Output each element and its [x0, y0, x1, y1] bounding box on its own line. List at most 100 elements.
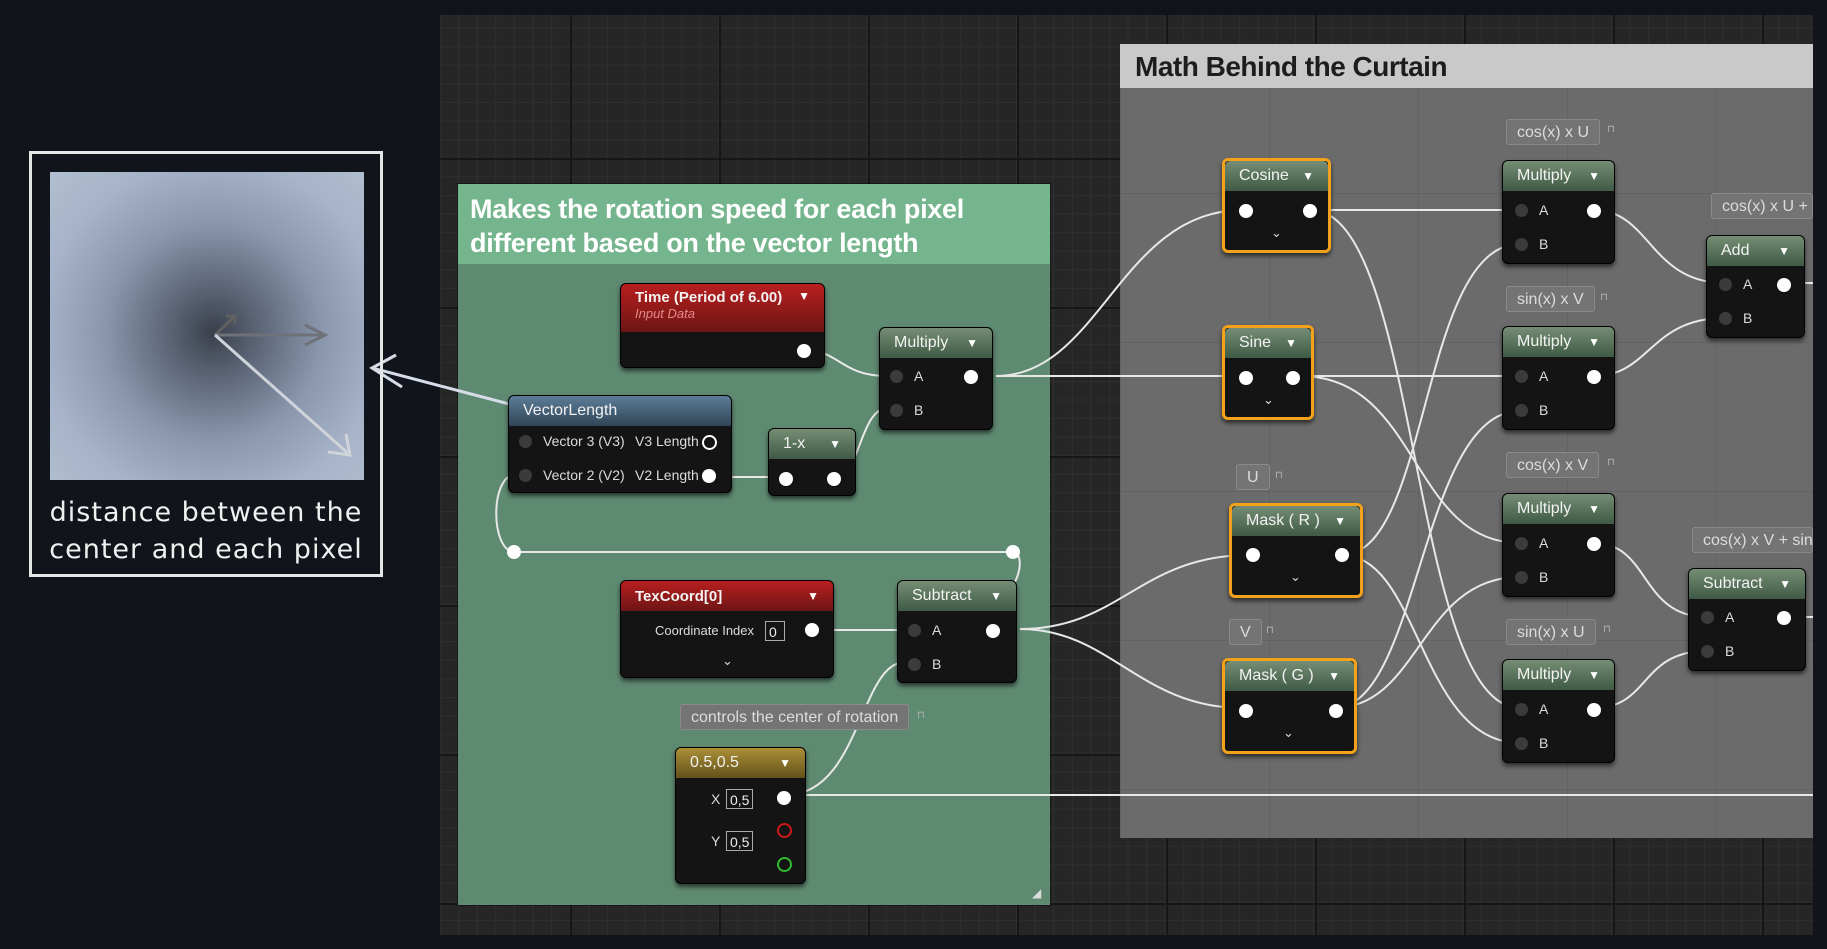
node-header[interactable]: TexCoord[0] ▼	[621, 581, 833, 611]
one-minus-x-node[interactable]: 1-x ▼	[768, 428, 856, 496]
collapse-chevron-icon[interactable]: ▼	[807, 589, 819, 603]
collapse-chevron-icon[interactable]: ▼	[1588, 668, 1600, 682]
output-pin[interactable]	[964, 370, 978, 384]
collapse-chevron-icon[interactable]: ▼	[829, 437, 841, 451]
input-pin-b[interactable]	[1515, 737, 1528, 750]
input-pin-b[interactable]	[1719, 312, 1732, 325]
output-pin[interactable]	[1587, 703, 1601, 717]
pin-bubble-icon[interactable]: ⊓	[917, 710, 925, 724]
collapse-chevron-icon[interactable]: ▼	[1779, 577, 1791, 591]
node-header[interactable]: 0.5,0.5 ▼	[676, 748, 805, 778]
output-pin[interactable]	[1587, 370, 1601, 384]
node-header[interactable]: Multiply ▼	[880, 328, 992, 358]
output-pin[interactable]	[1777, 611, 1791, 625]
time-node[interactable]: Time (Period of 6.00) Input Data ▼	[620, 283, 825, 368]
constant-vector-node[interactable]: 0.5,0.5 ▼ X 0,5 Y 0,5	[675, 747, 806, 884]
input-pin-b[interactable]	[1515, 404, 1528, 417]
pin-bubble-icon[interactable]: ⊓	[1607, 457, 1615, 471]
expand-chevron-icon[interactable]: ⌄	[1283, 725, 1294, 741]
cosine-node[interactable]: Cosine ▼ ⌄	[1222, 158, 1331, 253]
node-header[interactable]: Multiply ▼	[1503, 494, 1614, 524]
output-pin-v2[interactable]	[702, 469, 716, 483]
collapse-chevron-icon[interactable]: ▼	[779, 756, 791, 770]
comment-bubble-center-note[interactable]: controls the center of rotation	[680, 704, 910, 730]
comment-bubble-sin-v[interactable]: sin(x) x V	[1506, 286, 1595, 312]
comment-bubble-sub-note[interactable]: cos(x) x V + sin	[1692, 527, 1813, 553]
multiply-node-1[interactable]: Multiply ▼ A B	[1502, 160, 1615, 264]
comment-bubble-v[interactable]: V	[1229, 619, 1262, 645]
output-pin[interactable]	[1777, 278, 1791, 292]
collapse-chevron-icon[interactable]: ▼	[1334, 514, 1346, 528]
input-pin-b[interactable]	[890, 404, 903, 417]
input-pin[interactable]	[1246, 548, 1260, 562]
expand-chevron-icon[interactable]: ⌄	[722, 653, 733, 669]
input-pin-a[interactable]	[1515, 537, 1528, 550]
node-header[interactable]: Mask ( R ) ▼	[1232, 506, 1360, 536]
input-pin-a[interactable]	[1701, 611, 1714, 624]
input-pin-b[interactable]	[908, 658, 921, 671]
mask-g-node[interactable]: Mask ( G ) ▼ ⌄	[1222, 658, 1357, 754]
node-header[interactable]: Mask ( G ) ▼	[1225, 661, 1354, 691]
collapse-chevron-icon[interactable]: ▼	[798, 289, 810, 303]
subtract-node-left[interactable]: Subtract ▼ A B	[897, 580, 1017, 683]
pin-bubble-icon[interactable]: ⊓	[1266, 625, 1274, 639]
collapse-chevron-icon[interactable]: ▼	[1588, 335, 1600, 349]
multiply-node-4[interactable]: Multiply ▼ A B	[1502, 659, 1615, 763]
input-pin[interactable]	[1239, 704, 1253, 718]
add-node[interactable]: Add ▼ A B	[1706, 235, 1805, 338]
collapse-chevron-icon[interactable]: ▼	[1302, 169, 1314, 183]
pin-bubble-icon[interactable]: ⊓	[1600, 292, 1608, 306]
input-pin-a[interactable]	[1515, 204, 1528, 217]
multiply-node-3[interactable]: Multiply ▼ A B	[1502, 493, 1615, 597]
input-pin-a[interactable]	[908, 624, 921, 637]
output-pin[interactable]	[1587, 204, 1601, 218]
collapse-chevron-icon[interactable]: ▼	[1588, 502, 1600, 516]
input-pin-b[interactable]	[1701, 645, 1714, 658]
pin-bubble-icon[interactable]: ⊓	[1607, 124, 1615, 138]
output-pin[interactable]	[797, 344, 811, 358]
input-pin-a[interactable]	[1515, 370, 1528, 383]
comment-bubble-sin-u[interactable]: sin(x) x U	[1506, 619, 1596, 645]
node-header[interactable]: Multiply ▼	[1503, 660, 1614, 690]
input-pin-v3[interactable]	[519, 435, 532, 448]
input-pin-b[interactable]	[1515, 571, 1528, 584]
input-pin-b[interactable]	[1515, 238, 1528, 251]
output-pin[interactable]	[1303, 204, 1317, 218]
output-pin[interactable]	[986, 624, 1000, 638]
collapse-chevron-icon[interactable]: ▼	[1588, 169, 1600, 183]
comment-bubble-u[interactable]: U	[1236, 464, 1270, 490]
y-value-input[interactable]: 0,5	[726, 831, 754, 851]
input-pin[interactable]	[779, 472, 793, 486]
expand-chevron-icon[interactable]: ⌄	[1290, 569, 1301, 585]
expand-chevron-icon[interactable]: ⌄	[1271, 225, 1282, 241]
node-header[interactable]: Sine ▼	[1225, 328, 1311, 358]
collapse-chevron-icon[interactable]: ▼	[990, 589, 1002, 603]
multiply-node-left[interactable]: Multiply ▼ A B	[879, 327, 993, 430]
node-header[interactable]: VectorLength	[509, 396, 731, 426]
node-header[interactable]: 1-x ▼	[769, 429, 855, 459]
node-header[interactable]: Multiply ▼	[1503, 327, 1614, 357]
node-header[interactable]: Time (Period of 6.00) Input Data ▼	[621, 284, 824, 332]
output-pin-v3[interactable]	[702, 435, 717, 450]
output-pin[interactable]	[1286, 371, 1300, 385]
node-header[interactable]: Cosine ▼	[1225, 161, 1328, 191]
output-pin[interactable]	[1587, 537, 1601, 551]
texcoord-node[interactable]: TexCoord[0] ▼ Coordinate Index 0 ⌄	[620, 580, 834, 678]
input-pin[interactable]	[1239, 371, 1253, 385]
input-pin-v2[interactable]	[519, 469, 532, 482]
collapse-chevron-icon[interactable]: ▼	[1778, 244, 1790, 258]
input-pin-a[interactable]	[1515, 703, 1528, 716]
vectorlength-node[interactable]: VectorLength Vector 3 (V3) V3 Length Vec…	[508, 395, 732, 493]
coordinate-index-input[interactable]: 0	[765, 621, 785, 641]
collapse-chevron-icon[interactable]: ▼	[1328, 669, 1340, 683]
collapse-chevron-icon[interactable]: ▼	[1285, 336, 1297, 350]
node-header[interactable]: Subtract ▼	[1689, 569, 1805, 599]
expand-chevron-icon[interactable]: ⌄	[1263, 392, 1274, 408]
input-pin[interactable]	[1239, 204, 1253, 218]
output-pin-green[interactable]	[777, 857, 792, 872]
output-pin[interactable]	[777, 791, 791, 805]
input-pin-a[interactable]	[890, 370, 903, 383]
comment-bubble-cos-v[interactable]: cos(x) x V	[1506, 452, 1600, 478]
comment-bubble-add-note[interactable]: cos(x) x U + s	[1711, 193, 1813, 219]
output-pin-red[interactable]	[777, 823, 792, 838]
